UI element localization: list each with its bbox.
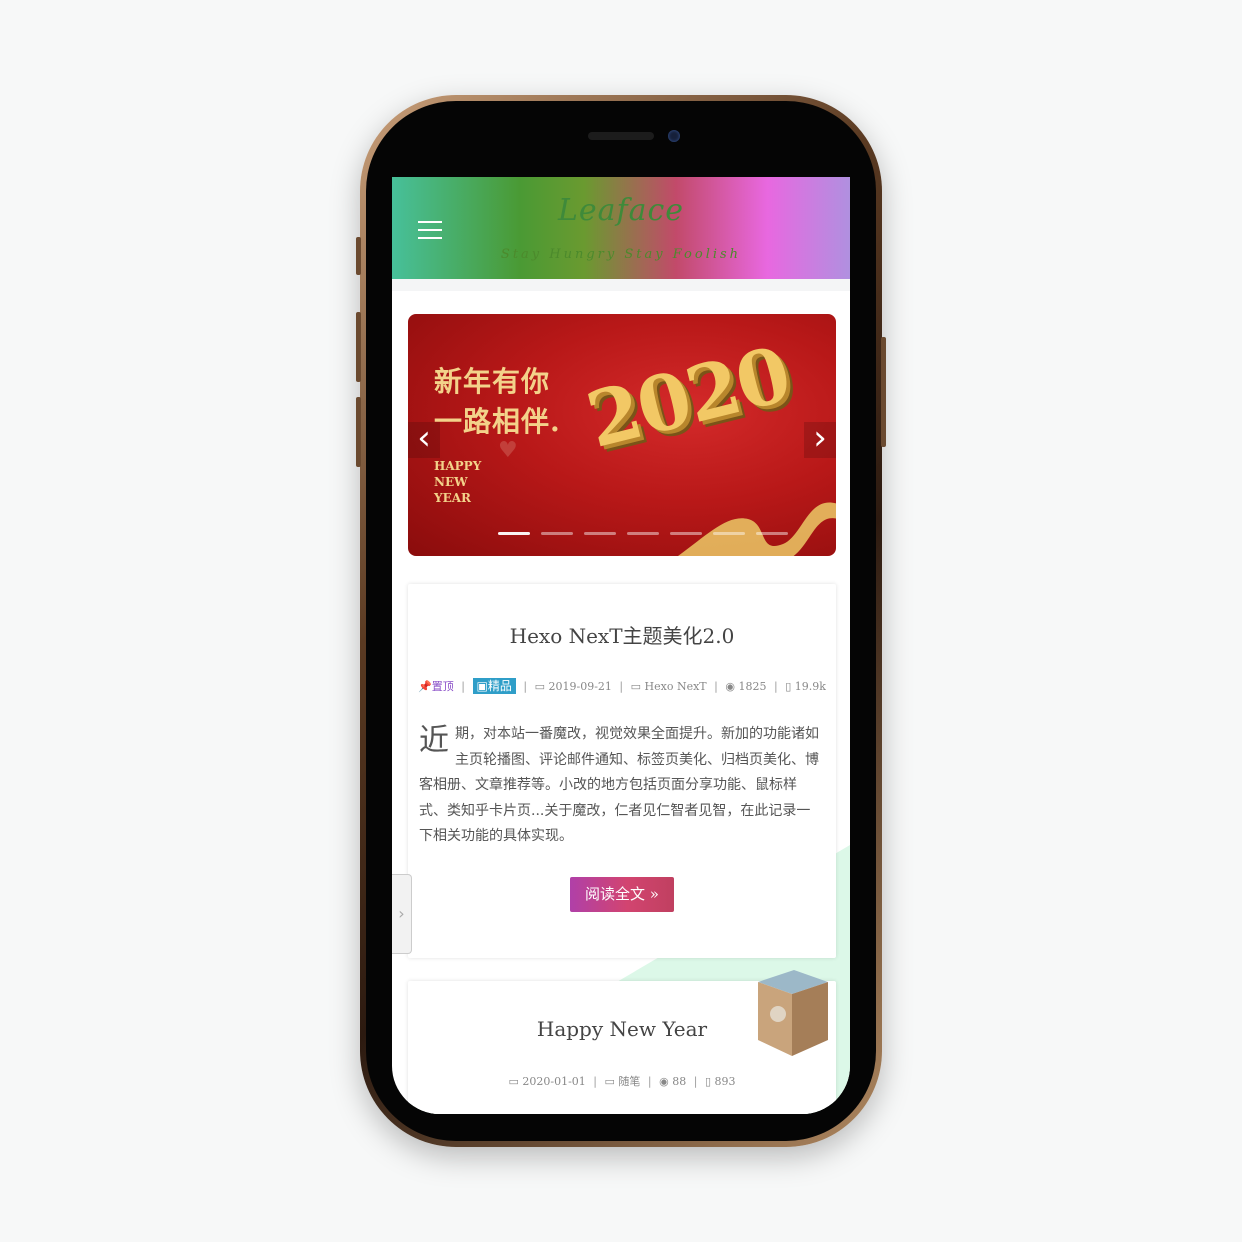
- menu-icon-line: [418, 229, 442, 231]
- excerpt-text: 期，对本站一番魔改，视觉效果全面提升。新加的功能诸如主页轮播图、评论邮件通知、标…: [419, 726, 819, 844]
- site-subtitle: Stay Hungry Stay Foolish: [500, 247, 742, 262]
- banner-text-line2: 一路相伴.: [434, 405, 561, 438]
- post-date: 2019-09-21: [548, 680, 612, 693]
- pinned-label: 置顶: [431, 680, 454, 693]
- post-title[interactable]: Hexo NexT主题美化2.0: [408, 620, 836, 649]
- banner-carousel[interactable]: 新年有你 一路相伴. HAPPY NEW YEAR ♥ 2020 ‹ ›: [408, 314, 836, 556]
- post-category[interactable]: Hexo NexT: [645, 680, 707, 693]
- carousel-indicator-dot[interactable]: [627, 532, 659, 535]
- menu-icon-line: [418, 237, 442, 239]
- carousel-indicator-dot[interactable]: [498, 532, 530, 535]
- banner-happy-new-year: HAPPY NEW YEAR: [434, 458, 481, 506]
- carousel-indicators: [498, 532, 788, 535]
- phone-side-button-volume-down: [356, 397, 361, 467]
- phone-side-button-silent: [356, 237, 361, 275]
- meta-separator: |: [461, 680, 465, 693]
- eye-icon: ◉: [725, 680, 735, 693]
- word-count-icon: ▯: [704, 1075, 712, 1088]
- banner-year: 2020: [578, 329, 798, 465]
- phone-side-button-volume-up: [356, 312, 361, 382]
- calendar-icon: ▭: [534, 680, 545, 693]
- post-word-count: 19.9k: [794, 680, 826, 693]
- carousel-next-button[interactable]: ›: [804, 421, 836, 458]
- phone-camera: [668, 130, 680, 142]
- folder-icon: ▭: [604, 1075, 615, 1088]
- carousel-indicator-dot[interactable]: [713, 532, 745, 535]
- post-views: 1825: [738, 680, 767, 693]
- post-excerpt: 近期，对本站一番魔改，视觉效果全面提升。新加的功能诸如主页轮播图、评论邮件通知、…: [419, 722, 823, 850]
- meta-separator: |: [619, 680, 624, 693]
- read-more-button[interactable]: 阅读全文 »: [570, 877, 674, 912]
- badge-icon: ▣: [476, 679, 488, 693]
- banner-year-word: YEAR: [434, 491, 471, 505]
- cube-right-face: [792, 982, 828, 1056]
- meta-separator: |: [593, 1075, 598, 1088]
- post-word-count: 893: [714, 1075, 736, 1088]
- post-meta: 📌置顶 | ▣精品 | ▭ 2019-09-21 | ▭ Hexo NexT |…: [408, 677, 836, 694]
- folder-icon: ▭: [630, 680, 642, 693]
- ribbon-shape: [678, 502, 836, 556]
- phone-speaker: [588, 132, 654, 140]
- meta-separator: |: [773, 680, 778, 693]
- post-views: 88: [672, 1075, 687, 1088]
- photo-cube[interactable]: [754, 970, 832, 1056]
- carousel-indicator-dot[interactable]: [670, 532, 702, 535]
- badge-label: 精品: [487, 679, 512, 693]
- meta-separator: |: [523, 680, 528, 693]
- site-header: Leaface Stay Hungry Stay Foolish: [392, 177, 850, 279]
- post-category[interactable]: 随笔: [618, 1075, 640, 1088]
- banner-happy: HAPPY: [434, 459, 482, 473]
- carousel-indicator-dot[interactable]: [584, 532, 616, 535]
- word-count-icon: ▯: [785, 680, 792, 693]
- carousel-prev-button[interactable]: ‹: [408, 421, 440, 458]
- phone-side-button-power: [881, 337, 886, 447]
- cube-photo-detail: [770, 1006, 786, 1022]
- excerpt-dropcap: 近: [419, 723, 449, 758]
- heart-icon: ♥: [498, 438, 518, 463]
- phone-screen: Leaface Stay Hungry Stay Foolish 新年有你 一路…: [392, 177, 850, 1114]
- post-date: 2020-01-01: [522, 1075, 586, 1088]
- calendar-icon: ▭: [508, 1075, 519, 1088]
- banner-new: NEW: [434, 475, 468, 489]
- site-logo[interactable]: Leaface: [392, 193, 850, 228]
- post-meta: ▭ 2020-01-01 | ▭ 随笔 | ◉ 88 | ▯ 893: [408, 1073, 836, 1089]
- header-shadow: [392, 279, 850, 291]
- carousel-indicator-dot[interactable]: [541, 532, 573, 535]
- post-card: Hexo NexT主题美化2.0 📌置顶 | ▣精品 | ▭ 2019-09-2…: [408, 584, 836, 958]
- carousel-indicator-dot[interactable]: [756, 532, 788, 535]
- sidebar-toggle[interactable]: ›: [392, 874, 412, 954]
- pin-icon: 📌: [418, 680, 432, 693]
- banner-text-line1: 新年有你: [434, 365, 551, 398]
- gold-ribbon: [678, 502, 836, 556]
- meta-separator: |: [714, 680, 718, 693]
- meta-separator: |: [647, 1075, 652, 1088]
- featured-badge: ▣精品: [472, 678, 516, 694]
- eye-icon: ◉: [659, 1075, 669, 1088]
- meta-separator: |: [693, 1075, 698, 1088]
